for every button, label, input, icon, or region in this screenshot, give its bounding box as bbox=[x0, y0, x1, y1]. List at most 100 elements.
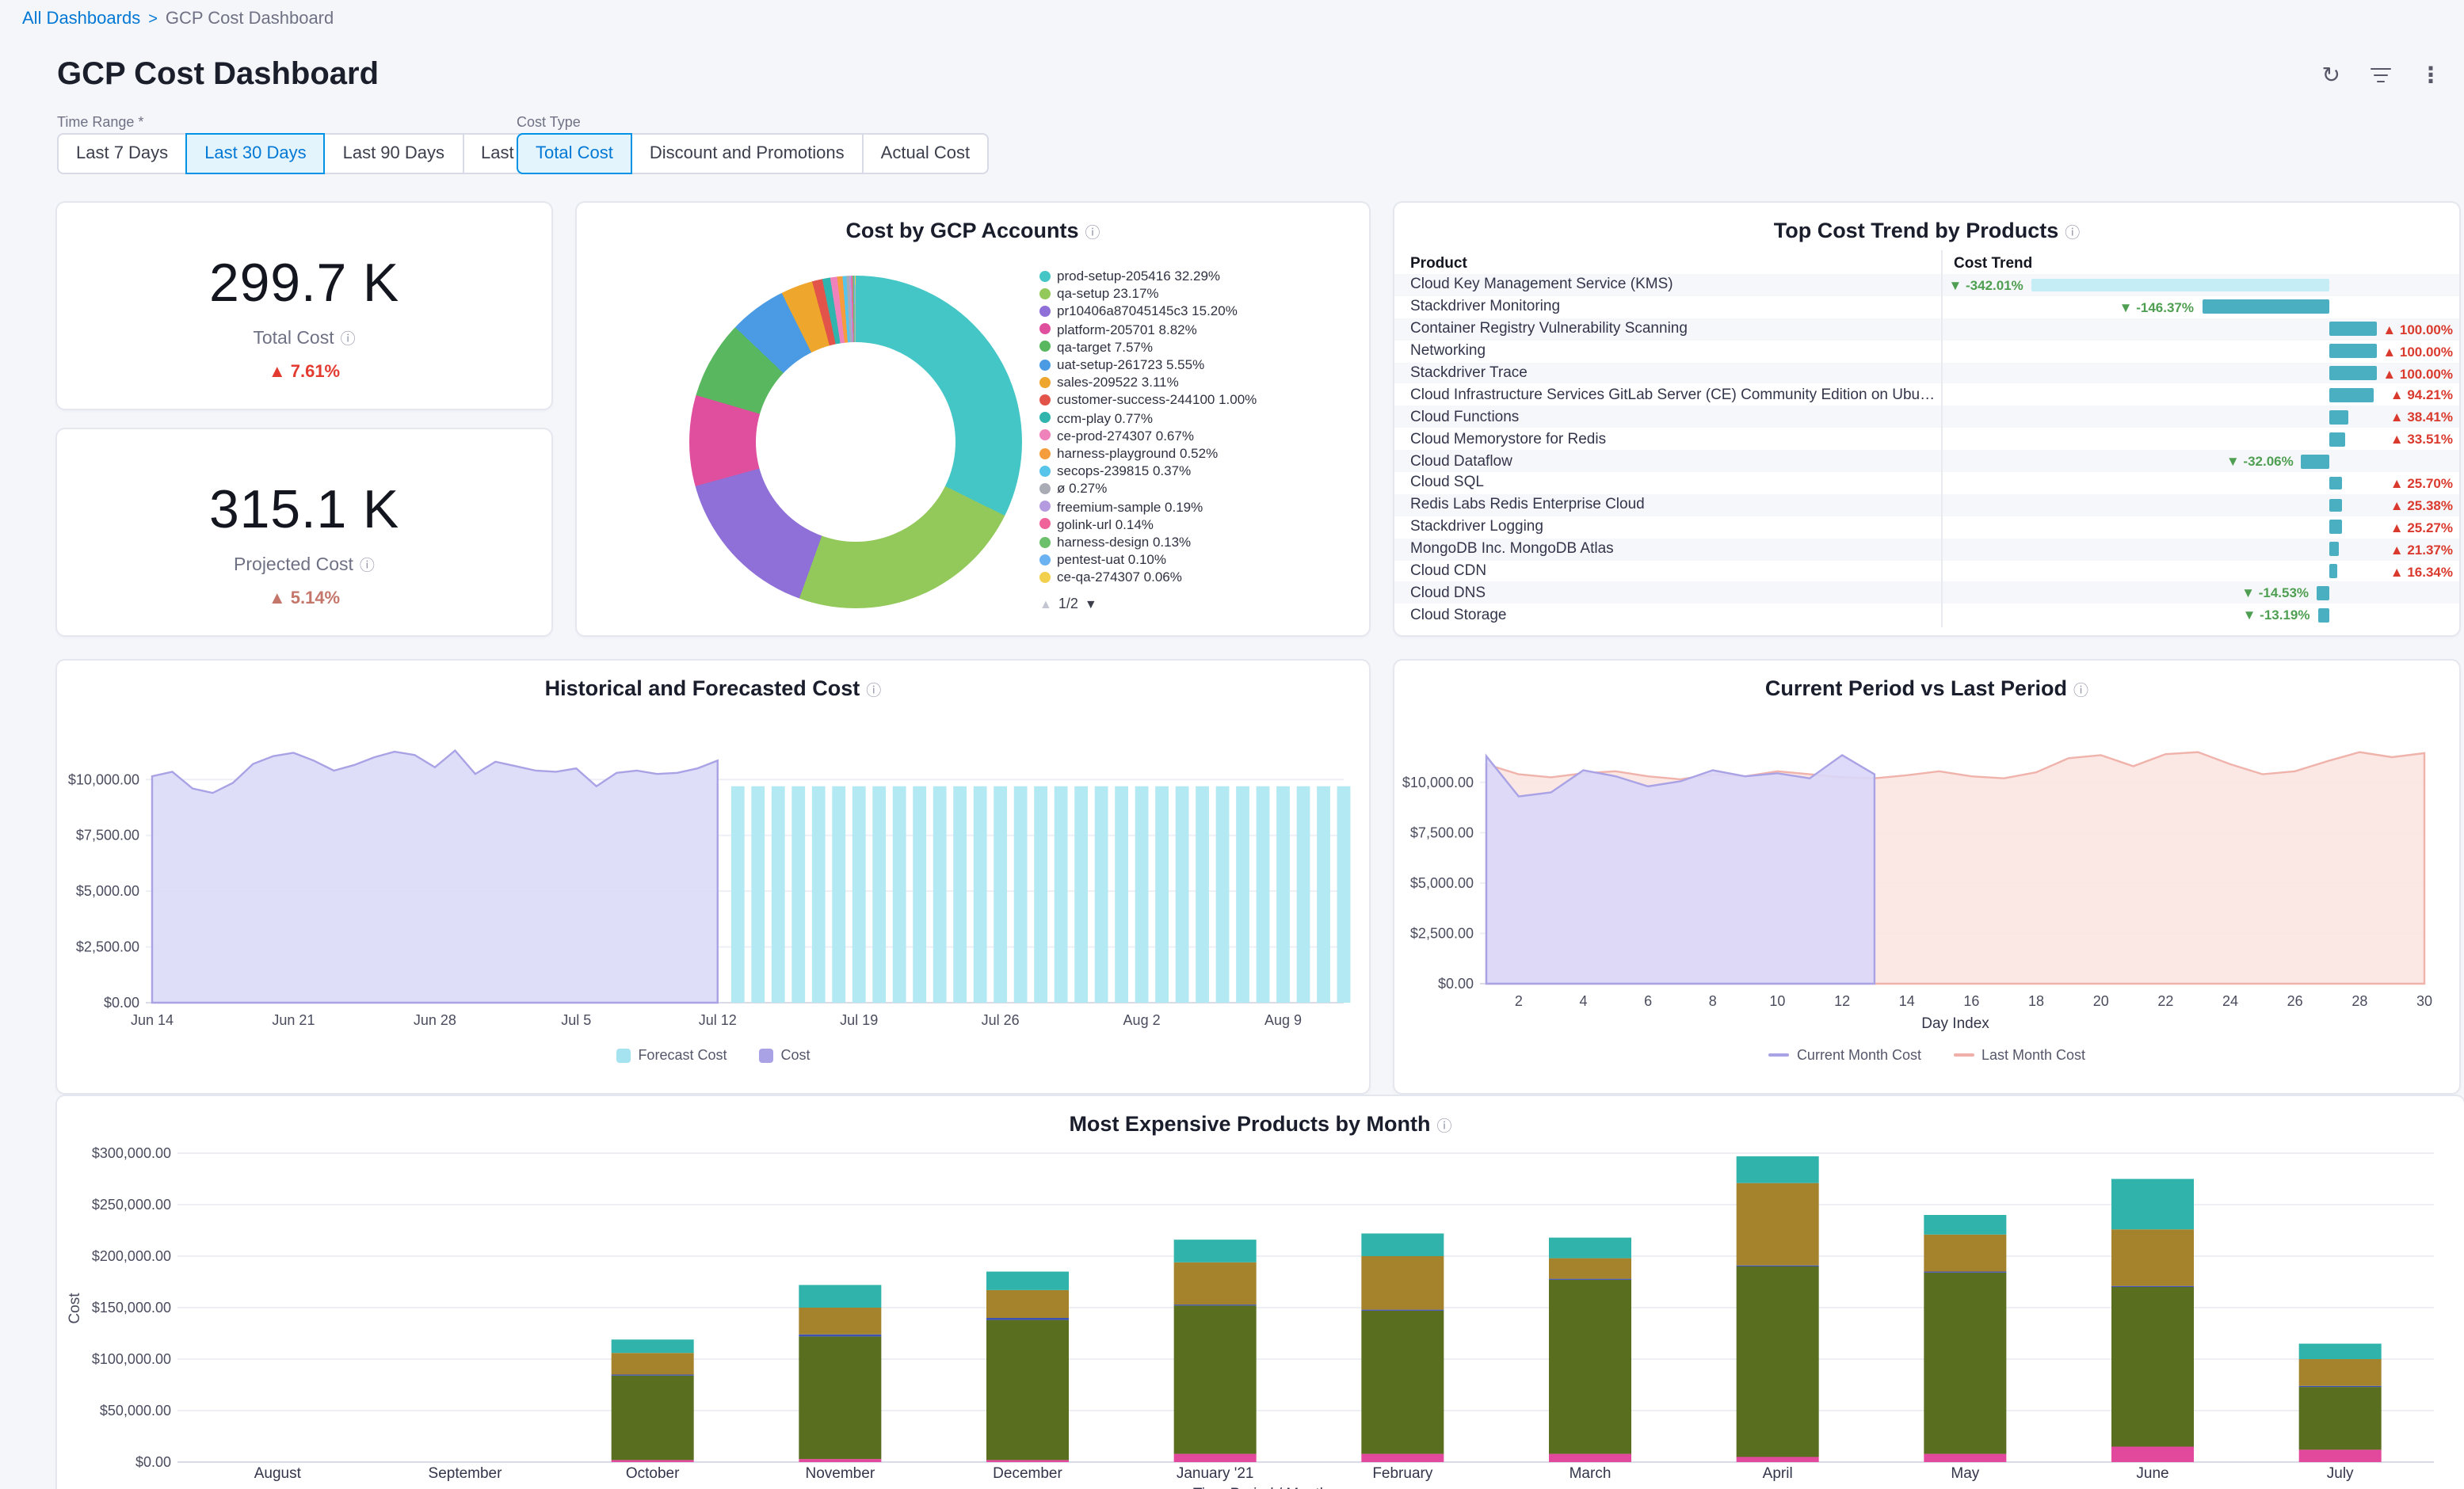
cost-type-option-total-cost[interactable]: Total Cost bbox=[517, 133, 632, 174]
trend-cell: ▲ 100.00% bbox=[1941, 318, 2459, 341]
dashboard-page: All Dashboards > GCP Cost Dashboard GCP … bbox=[0, 0, 2464, 1489]
top-cost-trend-card: Top Cost Trend by Productsⓘ Product Cost… bbox=[1394, 203, 2459, 635]
legend-item[interactable]: Current Month Cost bbox=[1768, 1047, 1921, 1063]
time-range-group: Last 7 DaysLast 30 DaysLast 90 DaysLast … bbox=[57, 133, 572, 174]
projected-cost-value: 315.1 K bbox=[57, 480, 551, 542]
legend-item[interactable]: golink-url 0.14% bbox=[1039, 516, 1350, 532]
svg-text:Jun 21: Jun 21 bbox=[272, 1012, 315, 1028]
monthly-chart-title: Most Expensive Products by Monthⓘ bbox=[57, 1096, 2464, 1136]
time-range-option-last-90-days[interactable]: Last 90 Days bbox=[324, 133, 463, 174]
legend-label: sales-209522 3.11% bbox=[1057, 374, 1179, 390]
info-icon[interactable]: ⓘ bbox=[360, 558, 375, 575]
legend-label: Current Month Cost bbox=[1797, 1047, 1921, 1063]
legend-label: Forecast Cost bbox=[638, 1047, 727, 1063]
table-row: Networking▲ 100.00% bbox=[1394, 340, 2459, 362]
svg-text:December: December bbox=[993, 1465, 1062, 1482]
trend-value: ▼ -13.19% bbox=[2243, 607, 2310, 623]
legend-dot bbox=[1039, 536, 1051, 547]
svg-text:Aug 9: Aug 9 bbox=[1264, 1012, 1302, 1028]
trend-table-title: Top Cost Trend by Productsⓘ bbox=[1394, 203, 2459, 242]
kebab-menu-icon[interactable]: ⋮ bbox=[2420, 64, 2442, 86]
legend-label: prod-setup-205416 32.29% bbox=[1057, 268, 1220, 284]
legend-item[interactable]: ce-qa-274307 0.06% bbox=[1039, 569, 1350, 585]
svg-text:22: 22 bbox=[2157, 993, 2173, 1009]
time-range-option-last-7-days[interactable]: Last 7 Days bbox=[57, 133, 187, 174]
trend-cell: ▲ 100.00% bbox=[1941, 362, 2459, 384]
cost-type-option-actual-cost[interactable]: Actual Cost bbox=[862, 133, 990, 174]
trend-bar bbox=[2202, 300, 2329, 314]
trend-value: ▼ -342.01% bbox=[1948, 277, 2023, 293]
legend-item[interactable]: pr10406a87045145c3 15.20% bbox=[1039, 303, 1350, 319]
info-icon[interactable]: ⓘ bbox=[866, 683, 881, 700]
info-icon[interactable]: ⓘ bbox=[2073, 683, 2088, 700]
product-name: Cloud Functions bbox=[1394, 409, 1941, 426]
info-icon[interactable]: ⓘ bbox=[341, 331, 356, 348]
trend-value: ▲ 25.38% bbox=[2390, 497, 2453, 513]
legend-item[interactable]: pentest-uat 0.10% bbox=[1039, 552, 1350, 568]
legend-swatch bbox=[759, 1048, 773, 1062]
cost-trend-column-header: Cost Trend bbox=[1941, 254, 2459, 272]
info-icon[interactable]: ⓘ bbox=[1085, 225, 1100, 242]
legend-item[interactable]: Cost bbox=[759, 1047, 811, 1063]
svg-text:12: 12 bbox=[1834, 993, 1850, 1009]
trend-bar bbox=[2329, 520, 2341, 535]
legend-page-down-icon[interactable]: ▼ bbox=[1085, 596, 1097, 611]
legend-item[interactable]: uat-setup-261723 5.55% bbox=[1039, 356, 1350, 372]
legend-item[interactable]: prod-setup-205416 32.29% bbox=[1039, 268, 1350, 284]
legend-item[interactable]: harness-playground 0.52% bbox=[1039, 445, 1350, 461]
legend-item[interactable]: qa-target 7.57% bbox=[1039, 339, 1350, 355]
refresh-icon[interactable]: ↻ bbox=[2322, 64, 2340, 86]
legend-item[interactable]: secops-239815 0.37% bbox=[1039, 463, 1350, 478]
legend-label: ce-prod-274307 0.67% bbox=[1057, 428, 1194, 444]
info-icon[interactable]: ⓘ bbox=[2065, 225, 2080, 242]
legend-dot bbox=[1039, 501, 1051, 512]
legend-item[interactable]: platform-205701 8.82% bbox=[1039, 321, 1350, 337]
donut-hole bbox=[689, 276, 1022, 608]
trend-bar bbox=[2329, 322, 2377, 337]
time-range-option-last-30-days[interactable]: Last 30 Days bbox=[185, 133, 325, 174]
trend-bar bbox=[2302, 454, 2329, 468]
legend-item[interactable]: sales-209522 3.11% bbox=[1039, 374, 1350, 390]
product-name: Stackdriver Logging bbox=[1394, 518, 1941, 535]
trend-cell: ▼ -146.37% bbox=[1941, 296, 2459, 318]
legend-label: Cost bbox=[781, 1047, 811, 1063]
legend-swatch bbox=[616, 1048, 630, 1062]
legend-page-up-icon[interactable]: ▲ bbox=[1039, 596, 1052, 611]
table-row: Cloud Storage▼ -13.19% bbox=[1394, 604, 2459, 626]
legend-dot bbox=[1039, 341, 1051, 352]
legend-dot bbox=[1039, 323, 1051, 334]
legend-label: freemium-sample 0.19% bbox=[1057, 498, 1203, 514]
total-cost-delta: ▲ 7.61% bbox=[57, 363, 551, 382]
legend-item[interactable]: Forecast Cost bbox=[616, 1047, 727, 1063]
legend-item[interactable]: Last Month Cost bbox=[1953, 1047, 2085, 1063]
legend-item[interactable]: customer-success-244100 1.00% bbox=[1039, 392, 1350, 408]
svg-text:$10,000.00: $10,000.00 bbox=[68, 771, 139, 787]
trend-bar bbox=[2329, 366, 2377, 380]
legend-dot bbox=[1039, 394, 1051, 406]
cost-by-gcp-accounts-card: Cost by GCP Accountsⓘ prod-setup-205416 … bbox=[577, 203, 1369, 635]
product-name: Cloud Memorystore for Redis bbox=[1394, 430, 1941, 447]
trend-value: ▲ 16.34% bbox=[2390, 563, 2453, 579]
legend-item[interactable]: ø 0.27% bbox=[1039, 481, 1350, 497]
product-name: Cloud Dataflow bbox=[1394, 452, 1941, 470]
trend-bar bbox=[2329, 564, 2337, 578]
legend-page-indicator: 1/2 bbox=[1058, 596, 1078, 611]
svg-text:$300,000.00: $300,000.00 bbox=[92, 1145, 171, 1161]
legend-item[interactable]: ce-prod-274307 0.67% bbox=[1039, 428, 1350, 444]
svg-text:30: 30 bbox=[2416, 993, 2432, 1009]
legend-item[interactable]: qa-setup 23.17% bbox=[1039, 285, 1350, 301]
cost-type-option-discount-and-promotions[interactable]: Discount and Promotions bbox=[631, 133, 864, 174]
svg-text:4: 4 bbox=[1579, 993, 1587, 1009]
legend-item[interactable]: harness-design 0.13% bbox=[1039, 534, 1350, 550]
legend-dot bbox=[1039, 465, 1051, 476]
legend-item[interactable]: ccm-play 0.77% bbox=[1039, 409, 1350, 425]
legend-dot bbox=[1039, 430, 1051, 441]
breadcrumb-all-dashboards[interactable]: All Dashboards bbox=[22, 10, 140, 29]
svg-text:September: September bbox=[429, 1465, 503, 1482]
svg-text:May: May bbox=[1951, 1465, 1979, 1482]
legend-item[interactable]: freemium-sample 0.19% bbox=[1039, 498, 1350, 514]
filter-icon[interactable] bbox=[2369, 63, 2391, 87]
legend-label: platform-205701 8.82% bbox=[1057, 321, 1197, 337]
svg-text:26: 26 bbox=[2287, 993, 2303, 1009]
product-name: Cloud SQL bbox=[1394, 474, 1941, 492]
